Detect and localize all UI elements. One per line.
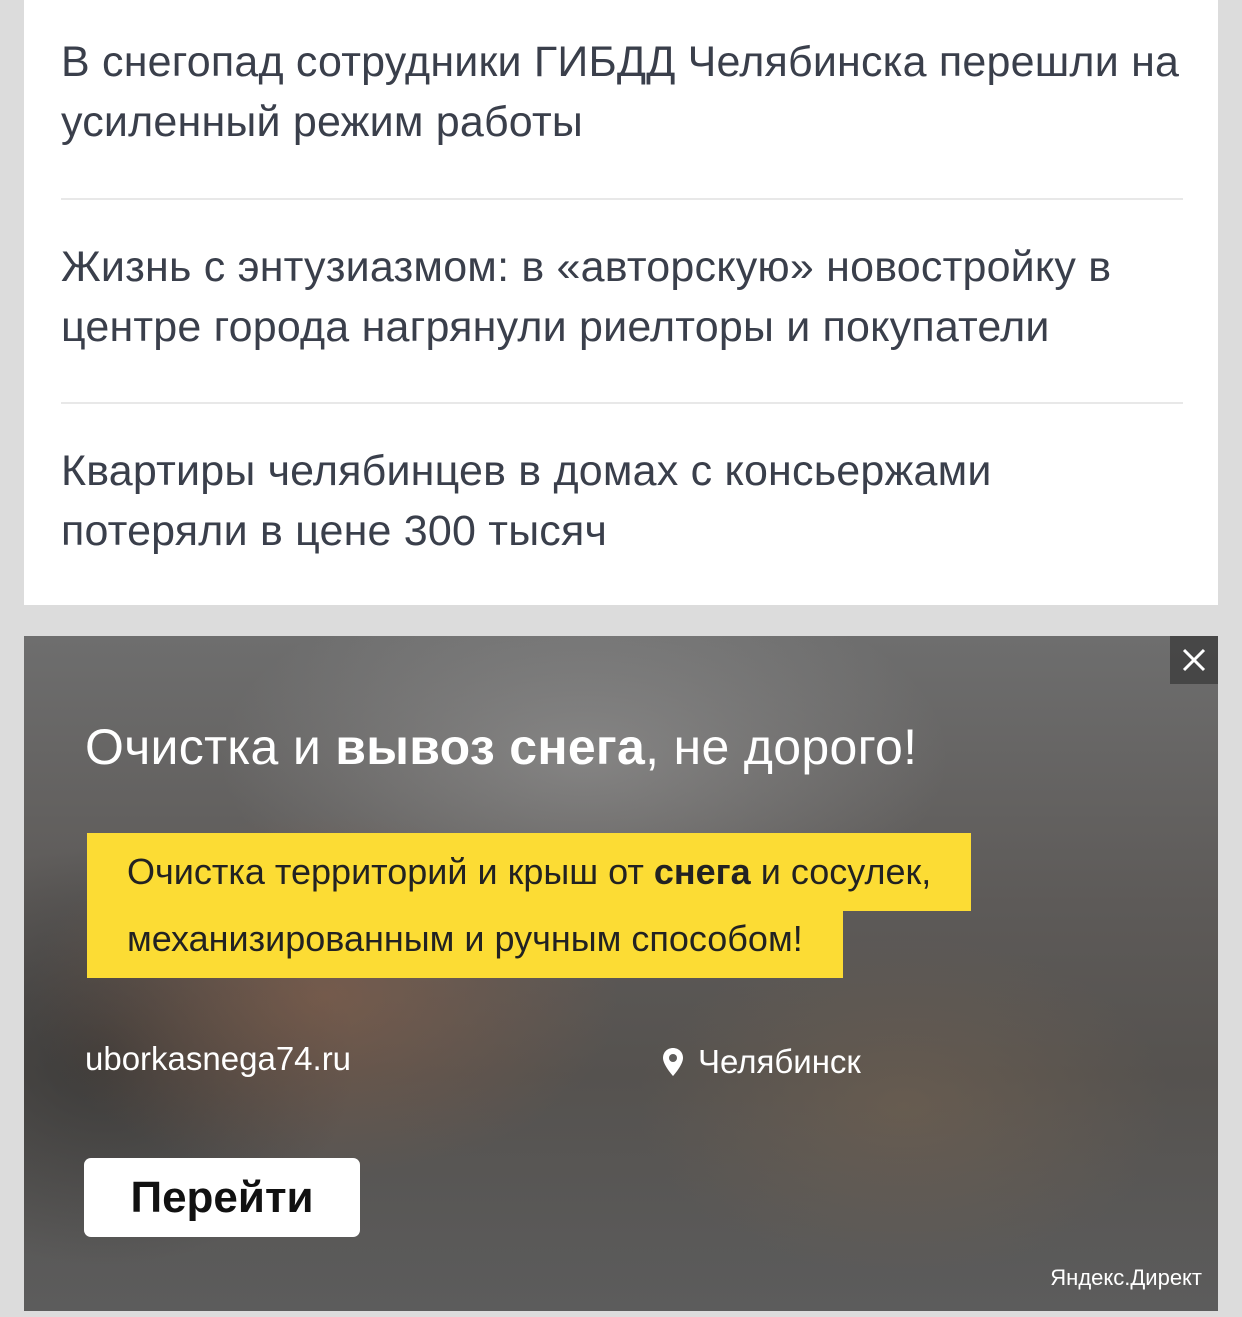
ad-description-line: Очистка территорий и крыш от снега и сос…	[87, 833, 972, 911]
go-button[interactable]: Перейти	[84, 1158, 360, 1237]
ad-title-bold: вывоз снега	[335, 719, 646, 775]
ad-title-text: , не дорого!	[645, 719, 918, 775]
news-divider	[61, 402, 1183, 404]
news-item[interactable]: Жизнь с энтузиазмом: в «авторскую» новос…	[61, 237, 1183, 357]
ad-text: и сосулек,	[750, 851, 932, 892]
ad-title-text: Очистка и	[85, 719, 336, 775]
news-divider	[61, 198, 1183, 200]
ad-banner[interactable]: Очистка и вывоз снега, не дорого! Очистк…	[24, 636, 1218, 1311]
news-list: В снегопад сотрудники ГИБДД Челябинска п…	[24, 0, 1218, 605]
close-icon	[1182, 648, 1206, 672]
news-item[interactable]: Квартиры челябинцев в домах с консьержам…	[61, 441, 1183, 561]
ad-title[interactable]: Очистка и вывоз снега, не дорого!	[85, 718, 917, 776]
ad-region: Челябинск	[662, 1043, 861, 1081]
ad-description: Очистка территорий и крыш от снега и сос…	[87, 833, 972, 978]
ad-description-line: механизированным и ручным способом!	[87, 911, 843, 978]
ad-text-bold: снега	[653, 851, 751, 892]
ad-text: механизированным и ручным способом!	[127, 918, 803, 959]
ad-region-label: Челябинск	[698, 1043, 861, 1080]
news-item[interactable]: В снегопад сотрудники ГИБДД Челябинска п…	[61, 32, 1183, 152]
location-pin-icon	[663, 1048, 683, 1076]
ad-text: Очистка территорий и крыш от	[127, 851, 654, 892]
ad-domain-link[interactable]: uborkasnega74.ru	[85, 1040, 351, 1078]
close-ad-button[interactable]	[1170, 636, 1218, 684]
ad-source-link[interactable]: Яндекс.Директ	[1050, 1265, 1202, 1291]
